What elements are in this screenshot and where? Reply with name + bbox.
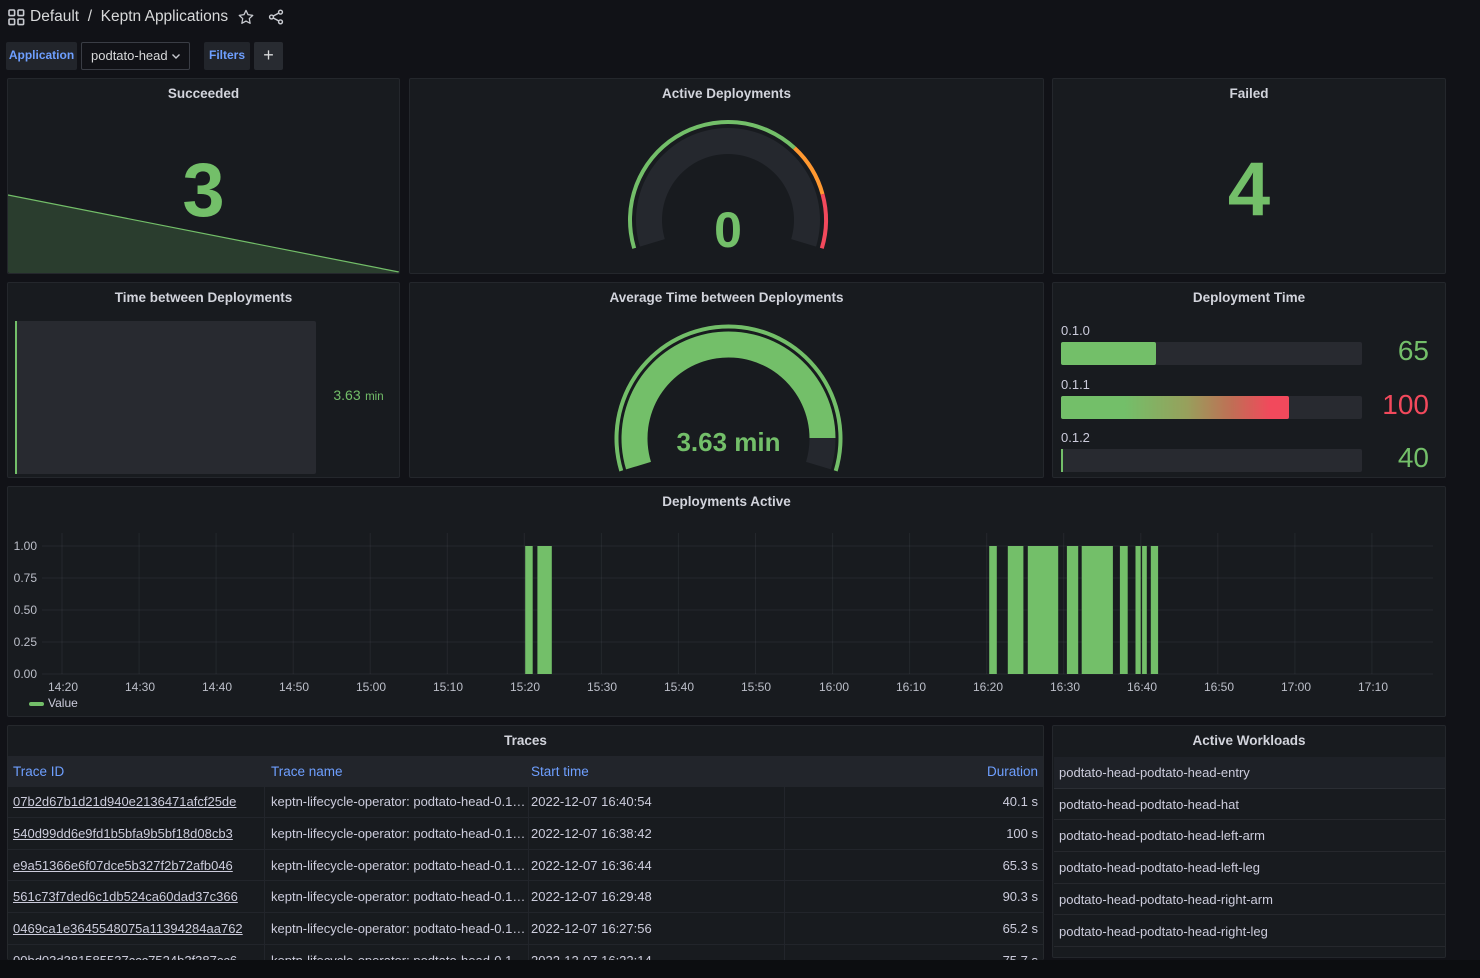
svg-text:3.63 min: 3.63 min: [676, 427, 780, 457]
svg-text:0: 0: [714, 202, 742, 258]
